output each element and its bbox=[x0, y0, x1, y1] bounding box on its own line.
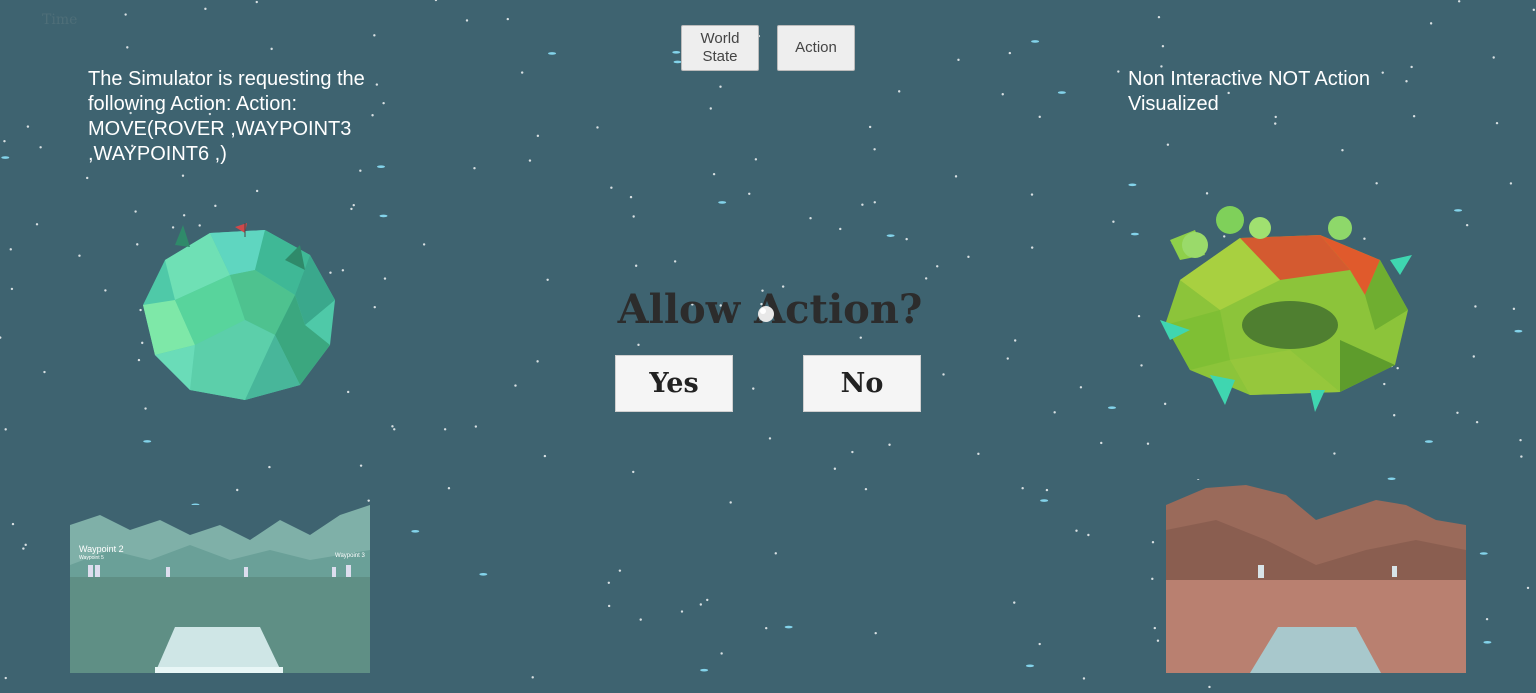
requested-action-message: The Simulator is requesting the followin… bbox=[88, 68, 365, 165]
waypoint-label: Waypoint 2 bbox=[79, 544, 124, 554]
allow-yes-button[interactable]: Yes bbox=[615, 355, 733, 412]
left-rover-camera-view: Waypoint 2 Waypoint 5 Waypoint 3 bbox=[70, 505, 370, 673]
allow-no-button[interactable]: No bbox=[803, 355, 921, 412]
waypoint-label: Waypoint 5 bbox=[79, 555, 104, 561]
waypoint-label: Waypoint 3 bbox=[335, 553, 365, 559]
right-planet-model bbox=[1160, 206, 1412, 412]
right-rover-camera-view bbox=[1166, 480, 1466, 673]
world-state-button[interactable]: World State bbox=[681, 25, 759, 71]
action-button[interactable]: Action bbox=[777, 25, 855, 71]
visualization-status-message: Non Interactive NOT Action Visualized bbox=[1128, 68, 1370, 115]
time-label: Time bbox=[42, 12, 78, 28]
left-planet-model bbox=[143, 223, 335, 400]
cursor-orb-icon bbox=[758, 306, 774, 322]
